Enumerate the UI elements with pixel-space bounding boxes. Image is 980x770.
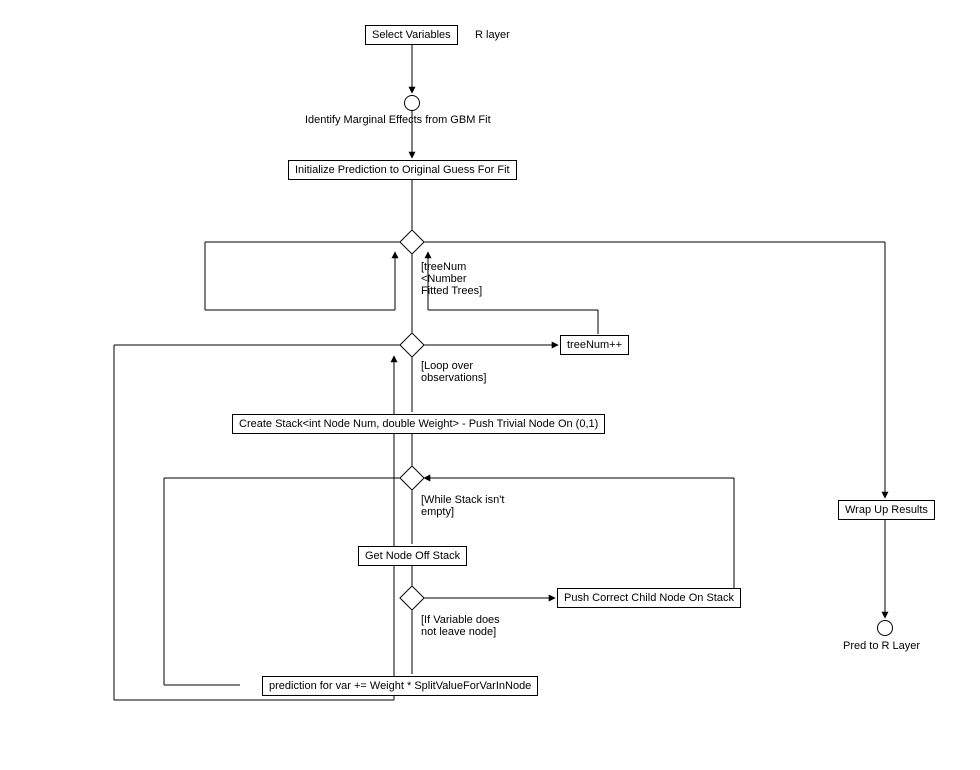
label-loop-obs: [Loop over observations] <box>421 360 486 384</box>
node-tree-num-inc: treeNum++ <box>560 335 629 355</box>
node-label: prediction for var += Weight * SplitValu… <box>269 680 531 692</box>
node-label: Wrap Up Results <box>845 504 928 516</box>
label-tree-num-cond: [treeNum <Number Fitted Trees] <box>421 261 482 297</box>
node-label: Push Correct Child Node On Stack <box>564 592 734 604</box>
node-push-child: Push Correct Child Node On Stack <box>557 588 741 608</box>
node-label: Get Node Off Stack <box>365 550 460 562</box>
connector-circle-2 <box>877 620 893 636</box>
label-if-variable: [If Variable does not leave node] <box>421 614 500 638</box>
node-prediction-var: prediction for var += Weight * SplitValu… <box>262 676 538 696</box>
node-select-variables: Select Variables <box>365 25 458 45</box>
node-get-node: Get Node Off Stack <box>358 546 467 566</box>
label-r-layer: R layer <box>475 29 510 41</box>
label-pred-layer: Pred to R Layer <box>843 640 920 652</box>
node-create-stack: Create Stack<int Node Num, double Weight… <box>232 414 605 434</box>
node-wrap-up: Wrap Up Results <box>838 500 935 520</box>
node-label: Select Variables <box>372 29 451 41</box>
node-label: Create Stack<int Node Num, double Weight… <box>239 418 598 430</box>
node-initialize-prediction: Initialize Prediction to Original Guess … <box>288 160 517 180</box>
node-label: Initialize Prediction to Original Guess … <box>295 164 510 176</box>
label-identify-marginal: Identify Marginal Effects from GBM Fit <box>305 114 491 126</box>
node-label: treeNum++ <box>567 339 622 351</box>
connector-circle-1 <box>404 95 420 111</box>
label-while-stack: [While Stack isn't empty] <box>421 494 504 518</box>
